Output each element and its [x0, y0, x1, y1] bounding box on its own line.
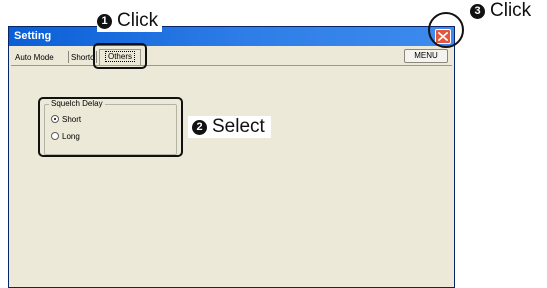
tab-separator	[68, 51, 69, 63]
tab-auto-mode[interactable]: Auto Mode	[15, 52, 54, 63]
highlight-close-button	[428, 12, 464, 48]
step2-number: 2	[192, 120, 207, 135]
tab-strip: Auto Mode Shortc Others MENU	[11, 49, 452, 66]
title-bar[interactable]: Setting	[9, 27, 454, 46]
window-title: Setting	[14, 30, 52, 42]
step3-text: Click	[490, 0, 532, 21]
step2-text: Select	[212, 116, 265, 137]
menu-button[interactable]: MENU	[404, 49, 448, 63]
step3-callout: 3 Click	[470, 0, 531, 22]
step1-number: 1	[97, 14, 112, 29]
highlight-squelch-group	[38, 97, 183, 157]
tab-shortcut[interactable]: Shortc	[71, 52, 94, 63]
step1-callout: 1 Click	[97, 10, 163, 32]
step1-text: Click	[117, 10, 159, 31]
step2-callout: 2 Select	[188, 116, 271, 138]
step3-number: 3	[470, 4, 485, 19]
settings-window: Setting Auto Mode Shortc Others MENU Squ…	[8, 26, 455, 288]
highlight-others-tab	[93, 43, 147, 69]
